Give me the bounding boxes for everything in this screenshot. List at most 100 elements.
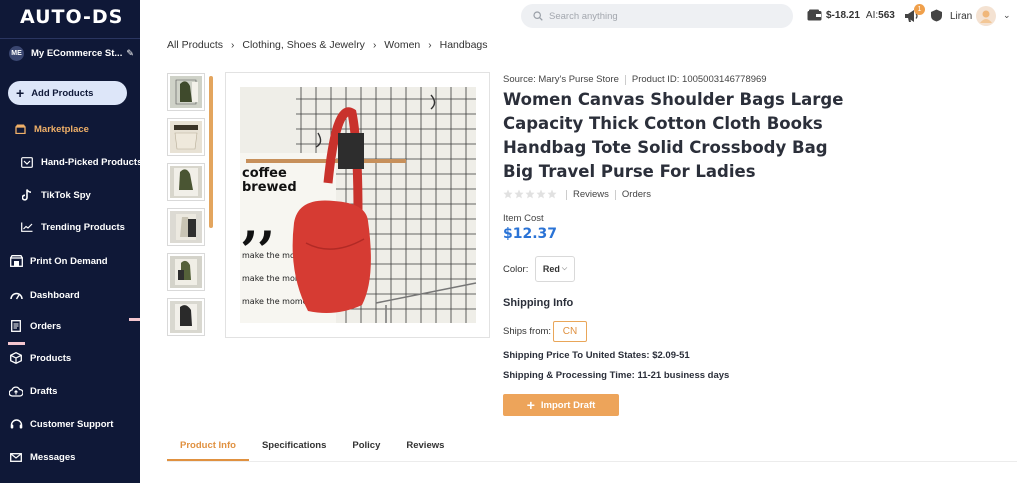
print-on-demand-label: Print On Demand: [30, 255, 108, 267]
tab-reviews[interactable]: Reviews: [393, 432, 457, 461]
support-headset-icon: [9, 417, 23, 431]
sidebar-item-dashboard[interactable]: Dashboard: [0, 285, 140, 305]
source-label: Source:: [503, 74, 536, 85]
person-avatar-icon: [980, 10, 992, 23]
ships-from-label: Ships from:: [503, 326, 552, 337]
divider: [614, 189, 616, 200]
sidebar-item-trending[interactable]: Trending Products: [0, 217, 140, 237]
sidebar-item-hand-picked[interactable]: Hand-Picked Products: [0, 152, 143, 172]
edit-pencil-icon[interactable]: ✎: [126, 48, 134, 59]
star-icon: [525, 189, 535, 199]
sidebar-item-orders[interactable]: Orders: [0, 316, 140, 336]
store-selector[interactable]: ME My ECommerce St... ✎: [9, 45, 137, 62]
hand-picked-icon: [20, 155, 34, 169]
import-draft-button[interactable]: + Import Draft: [503, 394, 619, 416]
product-id: 1005003146778969: [682, 74, 767, 85]
store-icon: [13, 122, 27, 136]
sidebar-highlight-mark: [8, 342, 25, 345]
orders-link[interactable]: Orders: [622, 189, 651, 200]
source-store: Mary's Purse Store: [538, 74, 619, 85]
sidebar-item-tiktok-spy[interactable]: TikTok Spy: [0, 185, 140, 205]
tab-product-info[interactable]: Product Info: [167, 432, 249, 461]
tab-policy[interactable]: Policy: [339, 432, 393, 461]
chevron-down-icon[interactable]: ⌄: [1003, 10, 1011, 21]
orders-label: Orders: [30, 320, 62, 332]
product-thumbnail[interactable]: [167, 163, 205, 201]
breadcrumb: All Products › Clothing, Shoes & Jewelry…: [167, 39, 488, 51]
print-on-demand-icon: [9, 254, 23, 268]
shipping-info-heading: Shipping Info: [503, 297, 574, 309]
user-name[interactable]: Liran: [950, 11, 972, 22]
store-avatar: ME: [9, 46, 24, 61]
sidebar-item-products[interactable]: Products: [0, 348, 140, 368]
breadcrumb-all-products[interactable]: All Products: [167, 39, 223, 51]
app-root: AUTO-DS ME My ECommerce St... ✎ + Add Pr…: [0, 0, 1024, 483]
chevron-right-icon: ›: [428, 39, 432, 51]
products-box-icon: [9, 351, 23, 365]
product-thumbnail[interactable]: [167, 73, 205, 111]
rating-stars: [503, 189, 558, 199]
search-bar[interactable]: [521, 4, 793, 28]
color-value: Red: [542, 264, 560, 274]
app-logo[interactable]: AUTO-DS: [20, 6, 123, 28]
wallet-balance[interactable]: $-18.21 AI:563: [807, 9, 895, 21]
ships-from-option[interactable]: CN: [553, 321, 587, 342]
store-name: My ECommerce St...: [31, 48, 123, 59]
search-input[interactable]: [549, 10, 769, 22]
item-cost-label: Item Cost: [503, 213, 544, 224]
sidebar-item-messages[interactable]: Messages: [0, 447, 140, 467]
shipping-time-value: 11-21 business days: [637, 370, 730, 381]
sidebar-item-drafts[interactable]: Drafts: [0, 381, 140, 401]
trending-label: Trending Products: [41, 221, 125, 233]
color-label: Color:: [503, 264, 529, 275]
sidebar-item-marketplace[interactable]: Marketplace: [0, 119, 140, 139]
sidebar: AUTO-DS ME My ECommerce St... ✎ + Add Pr…: [0, 0, 143, 483]
reviews-link[interactable]: Reviews: [573, 189, 609, 200]
drafts-cloud-icon: [9, 384, 23, 398]
tiktok-spy-label: TikTok Spy: [41, 189, 91, 201]
chevron-down-icon: ⌵: [561, 265, 568, 272]
add-products-label: Add Products: [31, 87, 94, 99]
notification-badge: 1: [914, 4, 925, 15]
product-thumbnail[interactable]: [167, 253, 205, 291]
hand-picked-label: Hand-Picked Products: [41, 156, 143, 168]
plus-icon: +: [526, 397, 535, 413]
star-icon: [503, 189, 513, 199]
sidebar-item-print-on-demand[interactable]: Print On Demand: [0, 251, 140, 271]
shipping-price-value: $2.09-51: [652, 350, 690, 361]
messages-label: Messages: [30, 451, 76, 463]
ai-credits: AI:563: [866, 10, 895, 21]
orders-list-icon: [9, 319, 23, 333]
product-thumbnail[interactable]: [167, 298, 205, 336]
shipping-time-label: Shipping & Processing Time:: [503, 370, 635, 381]
plus-icon: +: [16, 85, 25, 101]
svg-text:,,: ,,: [242, 194, 275, 250]
star-icon: [547, 189, 557, 199]
tiktok-icon: [20, 188, 34, 202]
breadcrumb-women[interactable]: Women: [384, 39, 420, 51]
marketplace-label: Marketplace: [34, 123, 89, 135]
reviews-orders-row: Reviews Orders: [560, 189, 651, 200]
ai-count: 563: [878, 9, 895, 21]
product-thumbnail[interactable]: [167, 208, 205, 246]
customer-support-label: Customer Support: [30, 418, 114, 430]
main-product-image[interactable]: coffee brewed ,, make the moment make th…: [225, 72, 490, 338]
item-cost-value: $12.37: [503, 226, 558, 242]
product-thumbnail[interactable]: [167, 118, 205, 156]
breadcrumb-clothing[interactable]: Clothing, Shoes & Jewelry: [242, 39, 365, 51]
breadcrumb-handbags[interactable]: Handbags: [440, 39, 488, 51]
sidebar-item-customer-support[interactable]: Customer Support: [0, 414, 140, 434]
products-label: Products: [30, 352, 72, 364]
product-id-label: Product ID:: [631, 74, 680, 85]
shipping-time: Shipping & Processing Time: 11-21 busine…: [503, 370, 729, 381]
dashboard-label: Dashboard: [30, 289, 80, 301]
tab-specifications[interactable]: Specifications: [249, 432, 339, 461]
ai-label: AI:: [865, 9, 879, 21]
add-products-button[interactable]: + Add Products: [8, 81, 127, 105]
color-select[interactable]: Red ⌵: [535, 256, 575, 282]
thumbnail-scrollbar[interactable]: [209, 76, 213, 228]
divider: [624, 74, 626, 85]
user-avatar[interactable]: [976, 6, 996, 26]
messages-envelope-icon: [9, 450, 23, 464]
dashboard-gauge-icon: [9, 288, 23, 302]
